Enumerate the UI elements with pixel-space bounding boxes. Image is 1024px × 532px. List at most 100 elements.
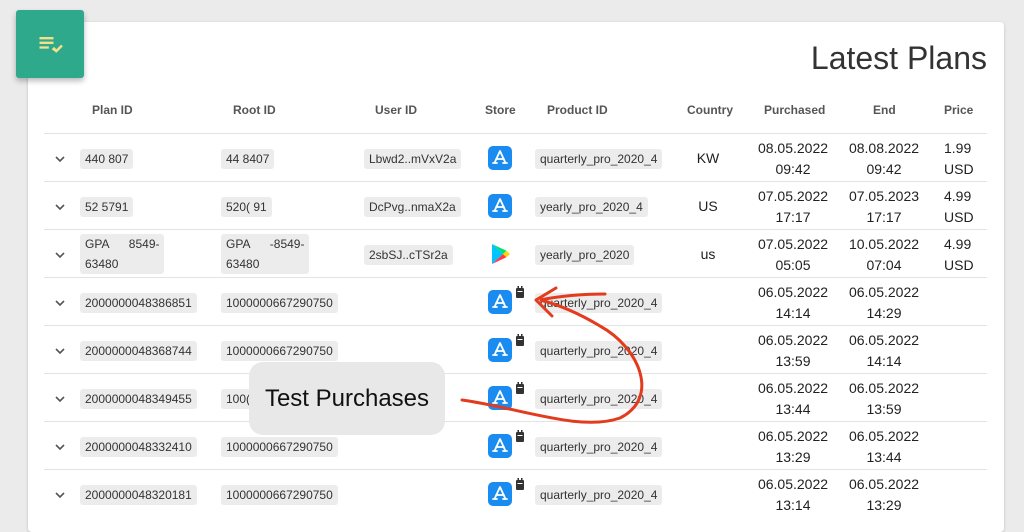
table-row[interactable]: 440 807 44 8407 Lbwd2..mVxV2a quarterly_pro… — [0, 134, 1024, 182]
app-store-icon — [488, 434, 512, 458]
col-header-country[interactable]: Country — [687, 103, 733, 117]
plan-id-chip: 52 5791 — [80, 197, 134, 217]
end-date: 06.05.2022 — [848, 476, 920, 492]
product-id-chip: quarterly_pro_2020_4 — [535, 341, 663, 361]
price-currency: USD — [944, 209, 974, 225]
end-time: 14:14 — [866, 353, 902, 369]
plan-id-chip: GPA 8549- 63480 — [80, 234, 165, 274]
col-header-user-id[interactable]: User ID — [375, 103, 417, 117]
col-header-price[interactable]: Price — [944, 103, 973, 117]
purchased-time: 13:14 — [775, 497, 811, 513]
end-cell: 08.08.2022 09:42 — [844, 138, 924, 180]
end-cell: 07.05.2023 17:17 — [844, 186, 924, 228]
purchased-date: 06.05.2022 — [757, 284, 829, 300]
plan-id-chip: 2000000048349455 — [80, 389, 197, 409]
purchased-time: 17:17 — [775, 209, 811, 225]
purchased-cell: 06.05.2022 13:14 — [753, 474, 833, 516]
chevron-down-icon[interactable] — [52, 487, 68, 503]
purchased-time: 13:29 — [775, 449, 811, 465]
root-id-chip: 1000000667290750 — [221, 437, 338, 457]
col-header-plan-id[interactable]: Plan ID — [92, 103, 133, 117]
purchased-cell: 06.05.2022 14:14 — [753, 282, 833, 324]
chevron-down-icon[interactable] — [52, 295, 68, 311]
end-cell: 06.05.2022 13:29 — [844, 474, 924, 516]
chevron-down-icon[interactable] — [52, 199, 68, 215]
purchased-date: 06.05.2022 — [757, 380, 829, 396]
table-row[interactable]: 2000000048332410 1000000667290750 quarterl… — [0, 422, 1024, 470]
product-id-chip: quarterly_pro_2020_4 — [535, 389, 663, 409]
product-id-chip: yearly_pro_2020 — [535, 245, 635, 265]
table-row[interactable]: 2000000048368744 1000000667290750 quarterl… — [0, 326, 1024, 374]
end-cell: 10.05.2022 07:04 — [844, 234, 924, 276]
price-currency: USD — [944, 257, 974, 273]
end-time: 13:29 — [866, 497, 902, 513]
product-id-chip: quarterly_pro_2020_4 — [535, 485, 663, 505]
root-id-chip: 1000000667290750 — [221, 341, 338, 361]
end-date: 06.05.2022 — [848, 284, 920, 300]
chevron-down-icon[interactable] — [52, 439, 68, 455]
price-currency: USD — [944, 161, 974, 177]
country-cell: KW — [696, 150, 720, 166]
plan-id-chip: 2000000048368744 — [80, 341, 197, 361]
product-id-chip: yearly_pro_2020_4 — [535, 197, 648, 217]
price-cell: 1.99 USD — [944, 138, 974, 180]
price-cell: 4.99 USD — [944, 186, 974, 228]
end-date: 06.05.2022 — [848, 380, 920, 396]
user-id-chip: DcPvg..nmaX2a — [364, 197, 461, 217]
table-row[interactable]: 2000000048386851 1000000667290750 quarterl… — [0, 278, 1024, 326]
col-header-product-id[interactable]: Product ID — [547, 103, 608, 117]
end-date: 10.05.2022 — [848, 236, 920, 252]
app-store-icon — [488, 290, 512, 314]
plan-id-chip: 2000000048320181 — [80, 485, 197, 505]
purchased-cell: 07.05.2022 05:05 — [753, 234, 833, 276]
end-time: 14:29 — [866, 305, 902, 321]
product-id-chip: quarterly_pro_2020_4 — [535, 149, 663, 169]
product-id-chip: quarterly_pro_2020_4 — [535, 293, 663, 313]
end-cell: 06.05.2022 14:14 — [844, 330, 924, 372]
chevron-down-icon[interactable] — [52, 391, 68, 407]
col-header-root-id[interactable]: Root ID — [233, 103, 276, 117]
purchased-cell: 08.05.2022 09:42 — [753, 138, 833, 180]
end-time: 13:59 — [866, 401, 902, 417]
end-cell: 06.05.2022 13:44 — [844, 426, 924, 468]
chevron-down-icon[interactable] — [52, 247, 68, 263]
plan-id-chip: 440 807 — [80, 149, 134, 169]
purchased-date: 06.05.2022 — [757, 476, 829, 492]
chevron-down-icon[interactable] — [52, 151, 68, 167]
purchased-time: 13:44 — [775, 401, 811, 417]
end-cell: 06.05.2022 14:29 — [844, 282, 924, 324]
purchased-date: 07.05.2022 — [757, 236, 829, 252]
chevron-down-icon[interactable] — [52, 343, 68, 359]
purchased-time: 09:42 — [775, 161, 811, 177]
table-row[interactable]: 2000000048349455 100(quarterly_pro_2020_4… — [0, 374, 1024, 422]
app-store-icon — [488, 482, 512, 506]
purchased-cell: 06.05.2022 13:44 — [753, 378, 833, 420]
col-header-store[interactable]: Store — [485, 103, 516, 117]
root-id-chip: 520( 91 — [221, 197, 272, 217]
table-row[interactable]: 2000000048320181 1000000667290750 quarterl… — [0, 470, 1024, 518]
col-header-purchased[interactable]: Purchased — [764, 103, 825, 117]
header-badge — [16, 10, 84, 78]
page-title: Latest Plans — [810, 40, 987, 76]
sandbox-flag-icon — [516, 478, 524, 490]
sandbox-flag-icon — [516, 430, 524, 442]
purchased-cell: 06.05.2022 13:29 — [753, 426, 833, 468]
annotation-bubble: Test Purchases — [249, 362, 445, 435]
purchased-time: 14:14 — [775, 305, 811, 321]
col-header-end[interactable]: End — [873, 103, 896, 117]
end-cell: 06.05.2022 13:59 — [844, 378, 924, 420]
table-row[interactable]: GPA 8549- 63480 GPA -8549- 63480 2sbSJ..cT… — [0, 230, 1024, 278]
sandbox-flag-icon — [516, 382, 524, 394]
end-time: 07:04 — [866, 257, 902, 273]
end-date: 08.08.2022 — [848, 140, 920, 156]
google-play-icon — [492, 244, 510, 264]
plan-id-chip: 2000000048386851 — [80, 293, 197, 313]
price-amount: 4.99 — [944, 188, 972, 204]
product-id-chip: quarterly_pro_2020_4 — [535, 437, 663, 457]
user-id-chip: Lbwd2..mVxV2a — [364, 149, 462, 169]
table-row[interactable]: 52 5791 520( 91 DcPvg..nmaX2a yearly_pro_20… — [0, 182, 1024, 230]
purchased-date: 08.05.2022 — [757, 140, 829, 156]
app-store-icon — [488, 386, 512, 410]
end-time: 09:42 — [866, 161, 902, 177]
playlist-check-icon — [39, 37, 63, 53]
